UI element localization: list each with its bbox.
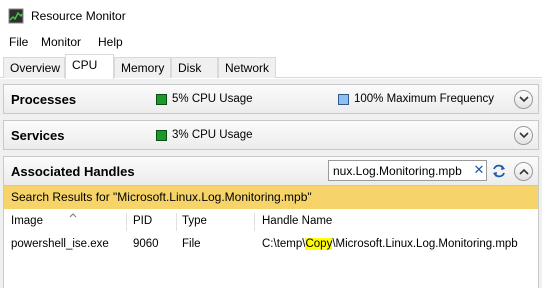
services-cpu-usage: 3% CPU Usage: [156, 129, 253, 141]
search-results-bar: Search Results for "Microsoft.Linux.Log.…: [3, 186, 539, 209]
column-separator[interactable]: [126, 213, 127, 231]
processes-title: Processes: [11, 92, 77, 107]
cpu-usage-swatch: [156, 129, 167, 141]
menu-bar: File Monitor Help: [0, 33, 542, 51]
tab-network[interactable]: Network: [218, 57, 276, 78]
associated-handles-title: Associated Handles: [11, 164, 135, 179]
chevron-down-icon: [518, 132, 529, 139]
menu-file[interactable]: File: [9, 35, 28, 49]
column-header-image-label: Image: [11, 215, 43, 227]
handle-name-highlight: Copy: [305, 238, 333, 250]
chevron-up-icon: [518, 168, 529, 175]
tab-cpu[interactable]: CPU: [65, 54, 114, 79]
column-header-image[interactable]: Image: [11, 213, 77, 233]
handle-name-prefix: C:\temp\: [262, 238, 306, 250]
processes-max-frequency-text: 100% Maximum Frequency: [354, 93, 494, 105]
cpu-usage-swatch: [156, 93, 167, 105]
handle-name-suffix: \Microsoft.Linux.Log.Monitoring.mpb: [332, 238, 518, 250]
tab-disk[interactable]: Disk: [171, 57, 218, 78]
column-separator[interactable]: [254, 213, 255, 231]
processes-cpu-usage: 5% CPU Usage: [156, 93, 253, 105]
tab-strip: Overview CPU Memory Disk Network: [0, 54, 542, 79]
menu-monitor[interactable]: Monitor: [41, 35, 81, 49]
menu-help[interactable]: Help: [98, 35, 123, 49]
tab-overview[interactable]: Overview: [3, 57, 65, 78]
processes-cpu-usage-text: 5% CPU Usage: [172, 93, 253, 105]
processes-max-frequency: 100% Maximum Frequency: [338, 93, 494, 105]
handles-search-input[interactable]: nux.Log.Monitoring.mpb ✕: [328, 160, 487, 181]
max-frequency-swatch: [338, 93, 349, 105]
handles-search-value: nux.Log.Monitoring.mpb: [333, 164, 462, 178]
processes-expand-button[interactable]: [514, 90, 533, 109]
resource-monitor-icon: [8, 8, 24, 24]
column-header-handle-name[interactable]: Handle Name: [262, 215, 332, 233]
cell-image: powershell_ise.exe: [11, 238, 109, 250]
column-header-pid[interactable]: PID: [133, 215, 152, 233]
services-expand-button[interactable]: [514, 126, 533, 145]
search-results-text: Search Results for "Microsoft.Linux.Log.…: [11, 190, 312, 204]
handles-table: Image PID Type Handle Name powershell_is…: [3, 209, 539, 288]
column-separator[interactable]: [176, 213, 177, 231]
associated-handles-collapse-button[interactable]: [514, 162, 533, 181]
cpu-tab-content: Processes 5% CPU Usage 100% Maximum Freq…: [0, 79, 542, 288]
chevron-down-icon: [518, 96, 529, 103]
services-title: Services: [11, 128, 65, 143]
column-header-type[interactable]: Type: [182, 215, 207, 233]
cell-handle-name: C:\temp\Copy\Microsoft.Linux.Log.Monitor…: [262, 238, 518, 250]
services-cpu-usage-text: 3% CPU Usage: [172, 129, 253, 141]
cell-type: File: [182, 238, 201, 250]
processes-header[interactable]: Processes 5% CPU Usage 100% Maximum Freq…: [3, 84, 539, 114]
window-title: Resource Monitor: [31, 9, 126, 23]
services-header[interactable]: Services 3% CPU Usage: [3, 120, 539, 150]
title-bar: Resource Monitor: [0, 0, 542, 32]
refresh-search-button[interactable]: [490, 161, 508, 180]
cell-pid: 9060: [133, 238, 159, 250]
clear-search-icon[interactable]: ✕: [473, 163, 485, 177]
associated-handles-header[interactable]: Associated Handles nux.Log.Monitoring.mp…: [3, 156, 539, 186]
refresh-icon: [493, 164, 505, 177]
tab-memory[interactable]: Memory: [114, 57, 171, 78]
sort-ascending-icon: [69, 213, 77, 218]
